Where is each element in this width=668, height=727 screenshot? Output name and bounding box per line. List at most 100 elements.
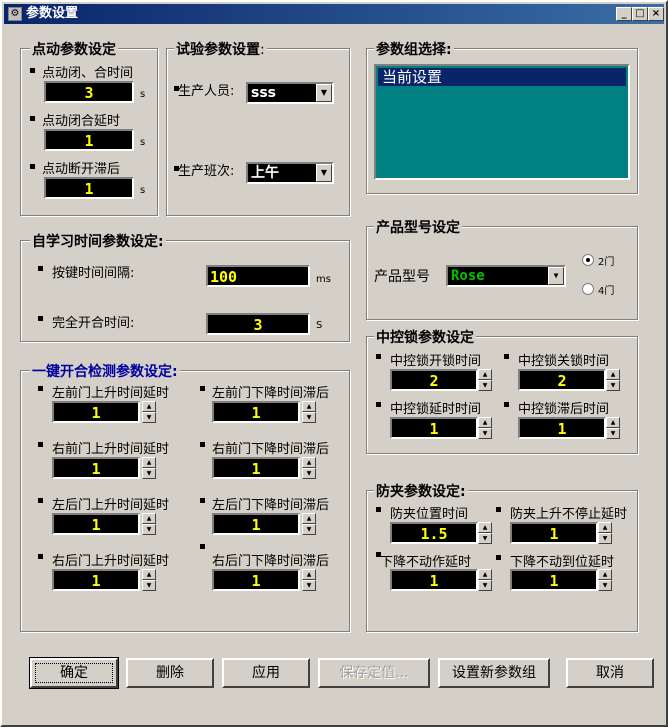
operator-combo[interactable]: sss ▼: [246, 82, 334, 104]
up-arrow-icon[interactable]: ▲: [606, 369, 620, 380]
up-arrow-icon[interactable]: ▲: [142, 401, 156, 412]
onekey-spinner-2[interactable]: ▲ ▼: [302, 401, 316, 423]
title-bar[interactable]: ⚙ 参数设置 _ □ ×: [4, 4, 664, 24]
model-combo[interactable]: Rose ▼: [446, 265, 566, 287]
onekey-value-2[interactable]: 1: [212, 401, 300, 423]
cancel-button[interactable]: 取消: [566, 658, 654, 688]
down-arrow-icon[interactable]: ▼: [598, 533, 612, 544]
down-arrow-icon[interactable]: ▼: [478, 580, 492, 591]
lock-spinner-2[interactable]: ▲ ▼: [606, 369, 620, 391]
new-param-group-button[interactable]: 设置新参数组: [438, 658, 550, 688]
jog-value-2[interactable]: 1: [44, 129, 134, 151]
onekey-spinner-5[interactable]: ▲ ▼: [142, 513, 156, 535]
onekey-value-6[interactable]: 1: [212, 513, 300, 535]
radio-4-door-label[interactable]: 4门: [598, 282, 614, 297]
pinch-label-4: 下降不动到位延时: [510, 555, 615, 570]
bullet: [376, 507, 381, 512]
onekey-value-3[interactable]: 1: [52, 457, 140, 479]
close-button[interactable]: ×: [648, 7, 664, 21]
radio-2-door[interactable]: [582, 254, 594, 266]
down-arrow-icon[interactable]: ▼: [606, 428, 620, 439]
up-arrow-icon[interactable]: ▲: [142, 569, 156, 580]
jog-unit-2: s: [140, 137, 146, 148]
dialog-window: ⚙ 参数设置 _ □ × 点动参数设定 点动闭、合时间 3 s 点动闭合延时 1…: [0, 0, 668, 727]
pinch-value-3[interactable]: 1: [390, 569, 478, 591]
up-arrow-icon[interactable]: ▲: [142, 513, 156, 524]
down-arrow-icon[interactable]: ▼: [478, 533, 492, 544]
onekey-spinner-4[interactable]: ▲ ▼: [302, 457, 316, 479]
open-time-value[interactable]: 3: [206, 313, 310, 335]
chevron-down-icon[interactable]: ▼: [316, 84, 332, 102]
save-values-button[interactable]: 保存定值...: [318, 658, 430, 688]
shift-combo[interactable]: 上午 ▼: [246, 162, 334, 184]
up-arrow-icon[interactable]: ▲: [302, 457, 316, 468]
lock-spinner-3[interactable]: ▲ ▼: [478, 417, 492, 439]
up-arrow-icon[interactable]: ▲: [302, 569, 316, 580]
delete-button[interactable]: 删除: [126, 658, 214, 688]
up-arrow-icon[interactable]: ▲: [478, 522, 492, 533]
down-arrow-icon[interactable]: ▼: [142, 580, 156, 591]
up-arrow-icon[interactable]: ▲: [142, 457, 156, 468]
down-arrow-icon[interactable]: ▼: [598, 580, 612, 591]
onekey-spinner-1[interactable]: ▲ ▼: [142, 401, 156, 423]
pinch-value-4[interactable]: 1: [510, 569, 598, 591]
pinch-spinner-4[interactable]: ▲ ▼: [598, 569, 612, 591]
chevron-down-icon[interactable]: ▼: [316, 164, 332, 182]
up-arrow-icon[interactable]: ▲: [478, 369, 492, 380]
down-arrow-icon[interactable]: ▼: [142, 468, 156, 479]
pinch-spinner-2[interactable]: ▲ ▼: [598, 522, 612, 544]
apply-button[interactable]: 应用: [222, 658, 310, 688]
up-arrow-icon[interactable]: ▲: [478, 417, 492, 428]
minimize-button[interactable]: _: [616, 7, 632, 21]
down-arrow-icon[interactable]: ▼: [302, 580, 316, 591]
ok-button[interactable]: 确定: [29, 657, 119, 689]
down-arrow-icon[interactable]: ▼: [142, 412, 156, 423]
down-arrow-icon[interactable]: ▼: [478, 380, 492, 391]
lock-value-3[interactable]: 1: [390, 417, 478, 439]
down-arrow-icon[interactable]: ▼: [302, 468, 316, 479]
key-interval-value[interactable]: 100: [206, 265, 310, 287]
onekey-spinner-8[interactable]: ▲ ▼: [302, 569, 316, 591]
bullet: [200, 442, 205, 447]
onekey-value-1[interactable]: 1: [52, 401, 140, 423]
bullet: [376, 354, 381, 359]
lock-spinner-4[interactable]: ▲ ▼: [606, 417, 620, 439]
onekey-spinner-7[interactable]: ▲ ▼: [142, 569, 156, 591]
jog-value-1[interactable]: 3: [44, 81, 134, 103]
up-arrow-icon[interactable]: ▲: [598, 522, 612, 533]
onekey-value-8[interactable]: 1: [212, 569, 300, 591]
onekey-value-7[interactable]: 1: [52, 569, 140, 591]
onekey-value-4[interactable]: 1: [212, 457, 300, 479]
down-arrow-icon[interactable]: ▼: [302, 524, 316, 535]
up-arrow-icon[interactable]: ▲: [302, 513, 316, 524]
jog-value-3[interactable]: 1: [44, 177, 134, 199]
lock-value-2[interactable]: 2: [518, 369, 606, 391]
up-arrow-icon[interactable]: ▲: [302, 401, 316, 412]
radio-2-door-label[interactable]: 2门: [598, 253, 614, 268]
list-item[interactable]: 当前设置: [378, 68, 626, 86]
onekey-label-5: 左后门上升时间延时: [52, 498, 170, 513]
pinch-spinner-3[interactable]: ▲ ▼: [478, 569, 492, 591]
lock-value-1[interactable]: 2: [390, 369, 478, 391]
param-group-list[interactable]: 当前设置: [374, 64, 630, 180]
up-arrow-icon[interactable]: ▲: [478, 569, 492, 580]
radio-4-door[interactable]: [582, 283, 594, 295]
pinch-value-1[interactable]: 1.5: [390, 522, 478, 544]
key-interval-unit: ms: [316, 274, 331, 285]
up-arrow-icon[interactable]: ▲: [606, 417, 620, 428]
chevron-down-icon[interactable]: ▼: [548, 267, 564, 285]
lock-value-4[interactable]: 1: [518, 417, 606, 439]
lock-spinner-1[interactable]: ▲ ▼: [478, 369, 492, 391]
onekey-spinner-6[interactable]: ▲ ▼: [302, 513, 316, 535]
onekey-spinner-3[interactable]: ▲ ▼: [142, 457, 156, 479]
down-arrow-icon[interactable]: ▼: [606, 380, 620, 391]
pinch-value-2[interactable]: 1: [510, 522, 598, 544]
up-arrow-icon[interactable]: ▲: [598, 569, 612, 580]
onekey-value-5[interactable]: 1: [52, 513, 140, 535]
maximize-button[interactable]: □: [632, 7, 648, 21]
down-arrow-icon[interactable]: ▼: [302, 412, 316, 423]
down-arrow-icon[interactable]: ▼: [478, 428, 492, 439]
key-interval-label: 按键时间间隔:: [52, 266, 135, 281]
down-arrow-icon[interactable]: ▼: [142, 524, 156, 535]
pinch-spinner-1[interactable]: ▲ ▼: [478, 522, 492, 544]
